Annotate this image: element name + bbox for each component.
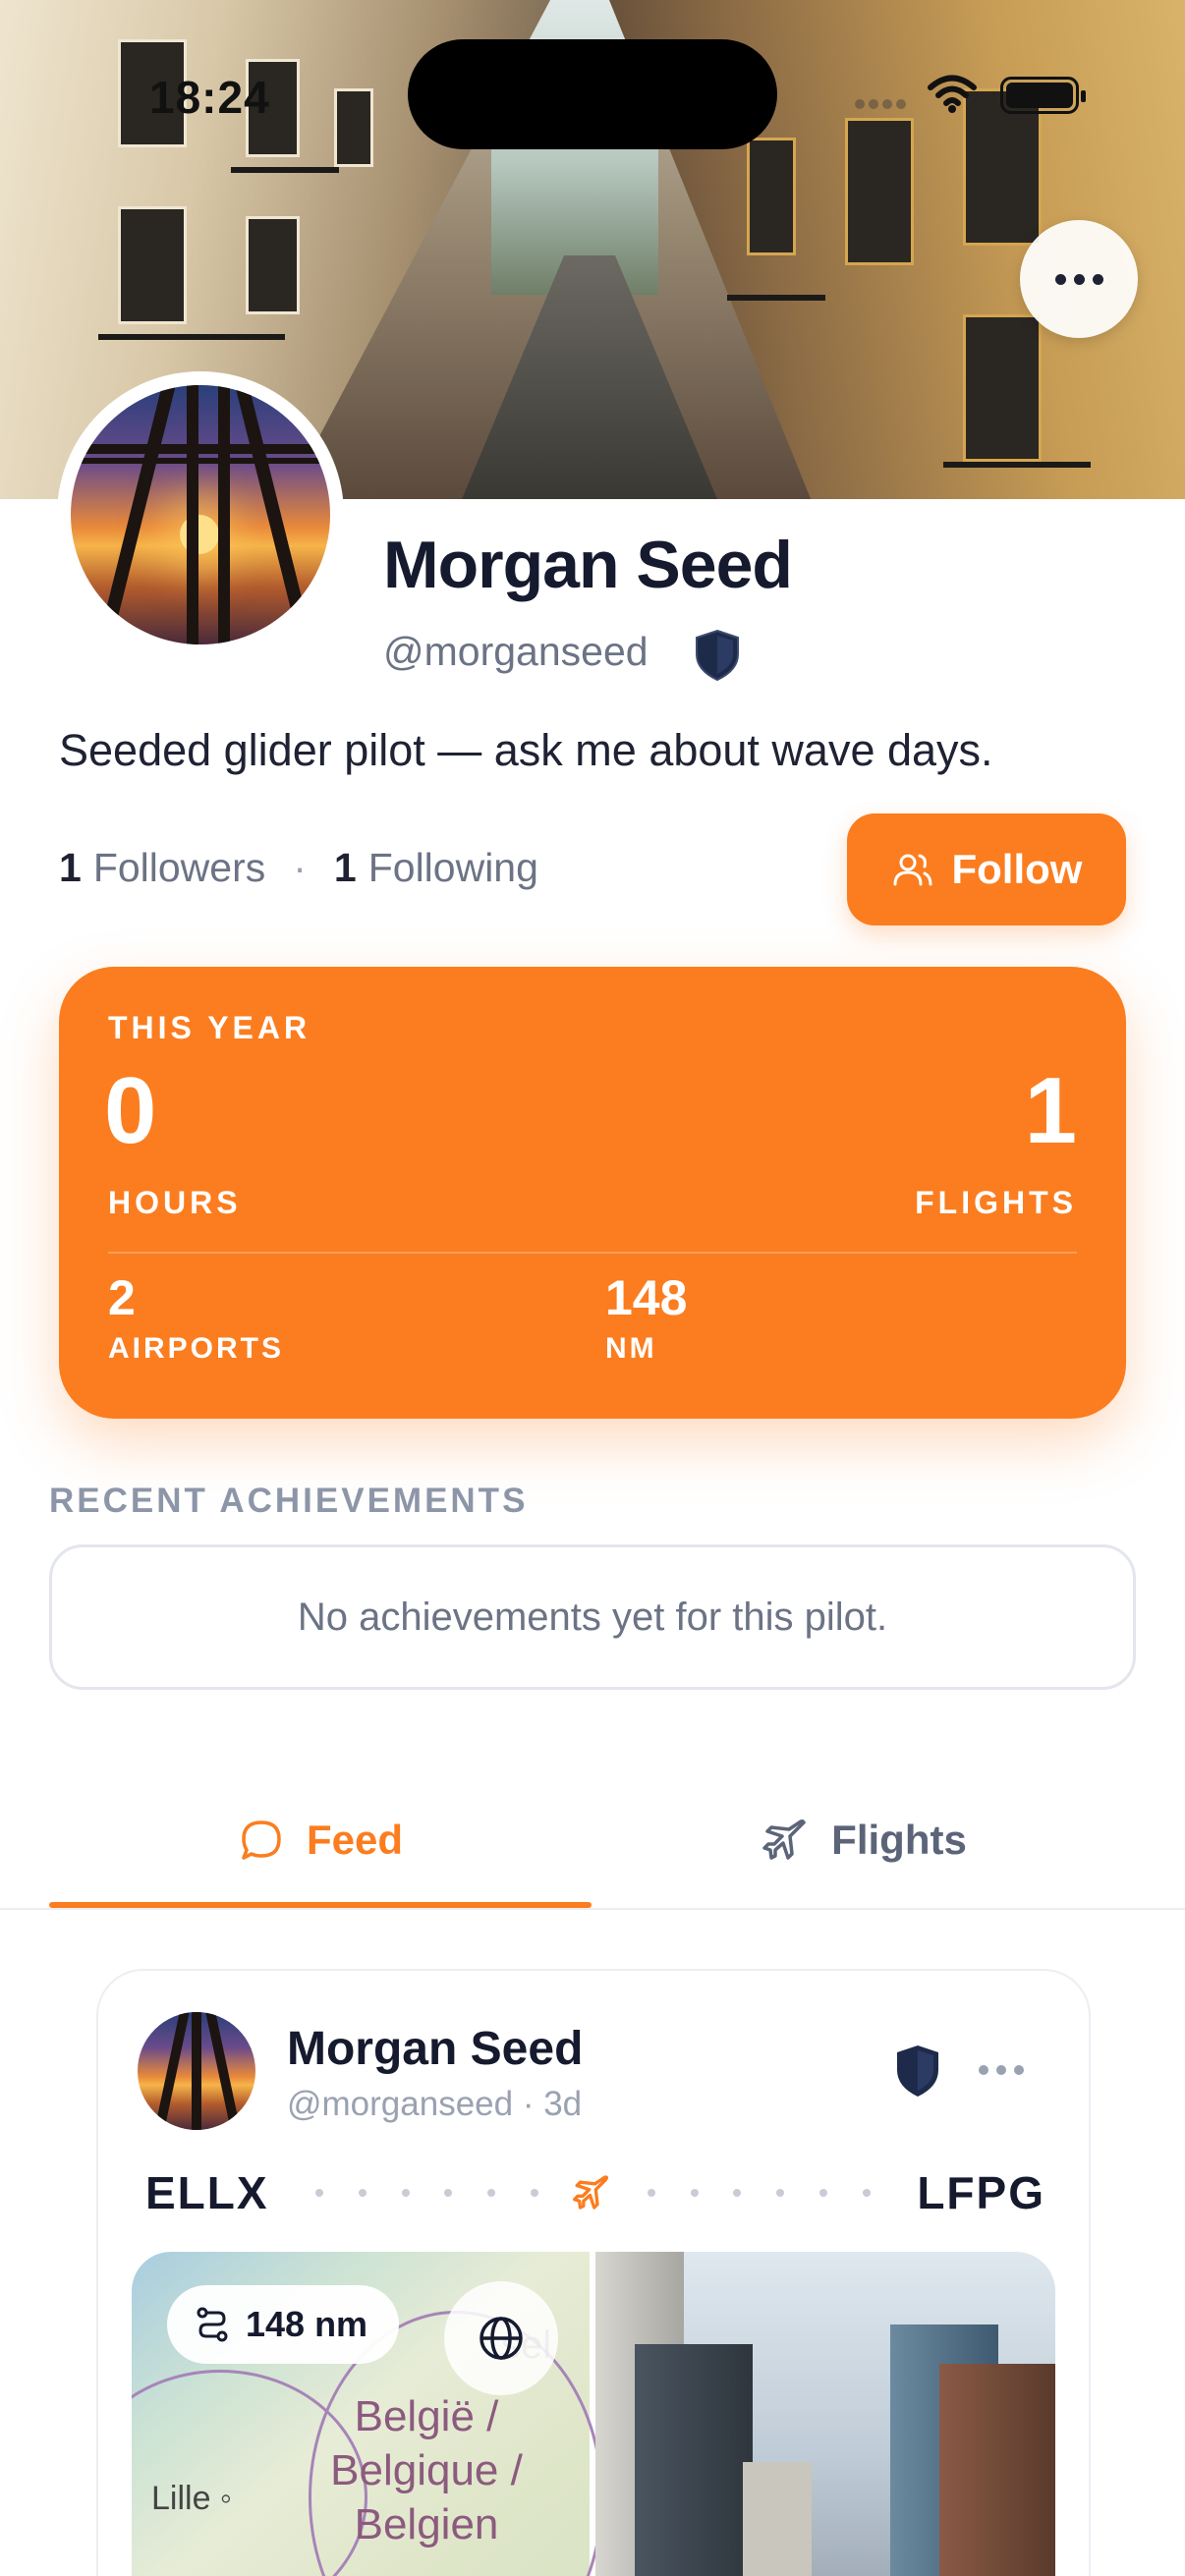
achievements-empty-text: No achievements yet for this pilot. — [297, 1595, 888, 1639]
users-icon — [893, 854, 931, 886]
follow-counts: 1 Followers · 1 Following — [59, 845, 538, 891]
cover-balcony — [943, 462, 1091, 468]
status-time: 18:24 — [149, 72, 270, 123]
shield-icon — [897, 2045, 938, 2097]
chat-bubble-icon — [242, 1820, 281, 1860]
achievements-title: RECENT ACHIEVEMENTS — [49, 1482, 529, 1520]
post-author-name[interactable]: Morgan Seed — [287, 2022, 583, 2076]
cover-window — [963, 314, 1042, 462]
dynamic-island — [408, 39, 777, 149]
nm-value: 148 — [605, 1270, 688, 1325]
following-link[interactable]: Following — [368, 845, 538, 891]
tab-feed-label: Feed — [306, 1817, 404, 1863]
profile-name: Morgan Seed — [383, 528, 793, 602]
followers-link[interactable]: Followers — [93, 845, 265, 891]
distance-value: 148 nm — [246, 2304, 368, 2344]
airports-value: 2 — [108, 1270, 136, 1325]
tab-flights-label: Flights — [831, 1817, 967, 1863]
post-avatar[interactable] — [138, 2012, 255, 2130]
photo-building — [743, 2462, 812, 2576]
avatar — [57, 371, 344, 658]
globe-icon — [480, 2317, 523, 2360]
wifi-icon — [928, 75, 977, 113]
tab-flights[interactable]: Flights — [593, 1776, 1136, 1904]
route-destination: LFPG — [917, 2167, 1045, 2218]
achievements-empty-state: No achievements yet for this pilot. — [49, 1544, 1136, 1690]
route-icon — [197, 2307, 228, 2342]
feed-post-card[interactable]: Morgan Seed @morganseed · 3d ELLX LFPG B… — [96, 1969, 1091, 2576]
airports-label: AIRPORTS — [108, 1332, 285, 1365]
stats-card: THIS YEAR 0 1 HOURS FLIGHTS 2 AIRPORTS 1… — [59, 967, 1126, 1419]
destination-photo[interactable] — [595, 2252, 1055, 2576]
avatar-image — [71, 385, 330, 644]
plane-icon — [762, 1820, 806, 1860]
flights-label: FLIGHTS — [915, 1185, 1077, 1220]
nm-label: NM — [605, 1332, 657, 1365]
tab-divider — [0, 1908, 1185, 1910]
route-origin: ELLX — [145, 2167, 269, 2218]
signal-dots-icon — [855, 96, 914, 110]
cover-balcony — [727, 295, 825, 301]
tab-feed[interactable]: Feed — [49, 1776, 592, 1904]
plane-icon — [573, 2175, 609, 2210]
followers-count: 1 — [59, 845, 82, 890]
post-meta: @morganseed · 3d — [287, 2085, 583, 2123]
globe-button[interactable] — [444, 2281, 558, 2395]
battery-icon — [1000, 77, 1086, 114]
post-more-icon[interactable] — [979, 2065, 1024, 2075]
cover-balcony — [231, 167, 339, 173]
cover-window — [845, 118, 914, 265]
distance-badge: 148 nm — [167, 2285, 400, 2364]
separator-dot: · — [293, 845, 307, 890]
hours-label: HOURS — [108, 1185, 242, 1220]
hours-value: 0 — [104, 1058, 157, 1163]
cover-window — [334, 88, 373, 167]
cover-window — [246, 216, 300, 314]
map-region-label: België / Belgique / Belgien — [330, 2392, 523, 2548]
more-options-button[interactable] — [1020, 220, 1138, 338]
cover-window — [118, 206, 187, 324]
cover-balcony — [98, 334, 285, 340]
stats-period: THIS YEAR — [108, 1010, 311, 1045]
flight-route: ELLX LFPG — [145, 2163, 1045, 2222]
photo-building — [939, 2364, 1055, 2576]
profile-handle: @morganseed — [383, 629, 649, 674]
map-city-label: Lille ◦ — [151, 2480, 232, 2517]
route-dots — [269, 2173, 918, 2212]
cover-window — [747, 138, 796, 255]
follow-button[interactable]: Follow — [847, 813, 1126, 925]
photo-building — [635, 2344, 753, 2576]
flights-value: 1 — [1024, 1058, 1077, 1163]
shield-icon — [696, 629, 739, 682]
post-media[interactable]: België /Belgique /Belgien Lille ◦ sel 14… — [132, 2252, 1055, 2576]
follow-button-label: Follow — [951, 846, 1083, 892]
following-count: 1 — [333, 845, 357, 890]
stats-divider — [108, 1252, 1077, 1254]
profile-bio: Seeded glider pilot — ask me about wave … — [59, 725, 993, 775]
